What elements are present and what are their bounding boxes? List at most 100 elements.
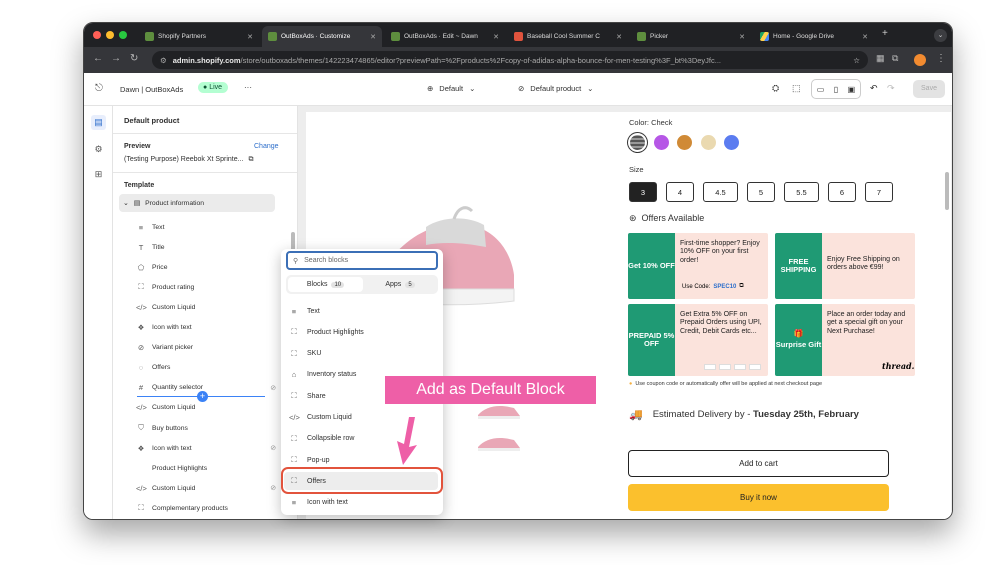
preview-scrollbar[interactable]	[945, 172, 949, 210]
sidebar-block-item[interactable]: ⛶ Product rating	[136, 278, 276, 296]
browser-menu-icon[interactable]: ⋮	[936, 53, 946, 64]
save-button[interactable]: Save	[913, 80, 945, 98]
block-option[interactable]: ⛶ SKU	[289, 345, 435, 363]
site-info-icon[interactable]: ⚙	[160, 56, 167, 65]
close-window-button[interactable]	[93, 31, 101, 39]
sidebar-block-item[interactable]: </> Custom Liquid	[136, 298, 276, 316]
size-option[interactable]: 6	[828, 182, 856, 202]
redo-icon[interactable]: ↷	[887, 83, 895, 94]
maximize-window-button[interactable]	[119, 31, 127, 39]
mobile-icon[interactable]: ▯	[834, 85, 838, 94]
tab-shopify-partners[interactable]: Shopify Partners ✕	[139, 26, 259, 47]
inspector-icon[interactable]: ⬚	[792, 83, 801, 94]
size-option[interactable]: 5	[747, 182, 775, 202]
hidden-eye-icon[interactable]: ⊘	[270, 384, 276, 392]
forward-icon[interactable]: →	[111, 53, 121, 64]
paytm-icon	[749, 364, 761, 370]
device-toggle[interactable]: ▭ ▯ ▣	[811, 79, 861, 99]
sidebar-block-item[interactable]: Product Highlights	[136, 459, 276, 477]
hidden-eye-icon[interactable]: ⊘	[270, 484, 276, 492]
sections-icon[interactable]: ▤	[91, 115, 106, 130]
sidebar-block-item[interactable]: T Title	[136, 238, 276, 256]
undo-icon[interactable]: ↶	[870, 83, 878, 94]
new-tab-icon[interactable]: +	[882, 28, 888, 39]
size-option[interactable]: 5.5	[784, 182, 819, 202]
theme-settings-icon[interactable]: ⚙	[91, 142, 106, 157]
tag-icon: ⊘	[518, 84, 525, 93]
store-name: Dawn | OutBoxAds	[120, 85, 184, 94]
search-placeholder: Search blocks	[304, 257, 349, 264]
add-block-icon[interactable]: +	[197, 391, 208, 402]
template-label: Template	[124, 182, 155, 189]
color-swatch[interactable]	[724, 135, 739, 150]
sidebar-block-item[interactable]: ⛉ Buy buttons	[136, 419, 276, 437]
change-preview-link[interactable]: Change	[254, 143, 279, 150]
sidebar-block-item[interactable]: ❖ Icon with text ⊘	[136, 439, 276, 457]
buy-now-button[interactable]: Buy it now	[628, 484, 889, 511]
profile-avatar[interactable]	[914, 54, 926, 66]
extensions-puzzle-icon[interactable]: ⧉	[892, 53, 898, 64]
size-option[interactable]: 7	[865, 182, 893, 202]
tab-customize[interactable]: OutBoxAds · Customize ✕	[262, 26, 382, 47]
block-option[interactable]: ⛶ Product Highlights	[289, 323, 435, 341]
block-icon: ⛶	[138, 282, 144, 292]
sidebar-block-item[interactable]: ⊘ Variant picker	[136, 339, 276, 357]
extension-icon[interactable]: ▦	[876, 53, 885, 64]
section-product-information[interactable]: ⌄ ▤ Product information	[119, 194, 275, 212]
back-icon[interactable]: ←	[93, 53, 103, 64]
sidebar-block-item[interactable]: </> Custom Liquid ⊘	[136, 479, 276, 497]
color-swatch[interactable]	[700, 135, 716, 150]
hidden-eye-icon[interactable]: ⊘	[270, 444, 276, 452]
bookmark-star-icon[interactable]: ☆	[853, 56, 860, 65]
thumbnail-image[interactable]	[474, 432, 524, 454]
search-blocks-input[interactable]: ⚲ Search blocks	[286, 251, 438, 270]
copy-icon[interactable]: ⧉	[739, 283, 743, 290]
close-tab-icon[interactable]: ✕	[493, 33, 499, 41]
exit-icon[interactable]: ⎋	[95, 83, 103, 94]
tab-edit[interactable]: OutBoxAds · Edit ~ Dawn ✕	[385, 26, 505, 47]
url-path: /store/outboxads/themes/142223474865/edi…	[240, 55, 722, 65]
block-option[interactable]: ≡ Text	[289, 302, 435, 320]
tab-baseball[interactable]: Baseball Cool Summer C ✕	[508, 26, 628, 47]
theme-select[interactable]: ⊕ Default ⌄	[427, 84, 475, 93]
block-label: Custom Liquid	[152, 404, 196, 412]
close-tab-icon[interactable]: ✕	[862, 33, 868, 41]
block-option-label: Share	[307, 392, 326, 400]
sidebar-block-item[interactable]: ◌ Offers	[136, 359, 276, 377]
block-option-label: Text	[307, 307, 320, 315]
tab-google-drive[interactable]: Home - Google Drive ✕	[754, 26, 874, 47]
size-option[interactable]: 4.5	[703, 182, 738, 202]
color-swatch[interactable]	[677, 135, 692, 150]
add-to-cart-button[interactable]: Add to cart	[628, 450, 889, 477]
color-swatch[interactable]	[653, 135, 669, 150]
theme-settings-icon[interactable]: ⛭	[772, 83, 779, 94]
minimize-window-button[interactable]	[106, 31, 114, 39]
sidebar-block-item[interactable]: </> Custom Liquid	[136, 399, 276, 417]
tab-bar: Shopify Partners ✕ OutBoxAds · Customize…	[84, 23, 952, 47]
close-tab-icon[interactable]: ✕	[739, 33, 745, 41]
sidebar-block-item[interactable]: ❖ Icon with text	[136, 319, 276, 337]
apps-icon[interactable]: ⊞	[91, 167, 106, 182]
sidebar-block-item[interactable]: ⬠ Price	[136, 258, 276, 276]
close-tab-icon[interactable]: ✕	[370, 33, 376, 41]
close-tab-icon[interactable]: ✕	[616, 33, 622, 41]
url-bar[interactable]: ⚙ admin.shopify.com/store/outboxads/them…	[152, 51, 868, 69]
desktop-icon[interactable]: ▭	[817, 85, 825, 94]
external-link-icon[interactable]: ⧉	[248, 156, 253, 164]
sidebar-block-item[interactable]: ≡ Text	[136, 218, 276, 236]
tab-search-icon[interactable]: ⌄	[934, 29, 947, 42]
fullscreen-icon[interactable]: ▣	[848, 85, 856, 94]
sidebar-block-item[interactable]: ⛶ Complementary products	[136, 499, 276, 517]
template-select[interactable]: ⊘ Default product ⌄	[518, 84, 593, 93]
block-label: Product rating	[152, 283, 195, 291]
reload-icon[interactable]: ↻	[130, 53, 138, 64]
tab-picker[interactable]: Picker ✕	[631, 26, 751, 47]
tab-blocks[interactable]: Blocks 10	[288, 277, 363, 292]
more-actions-button[interactable]: ···	[244, 83, 252, 92]
block-option[interactable]: ≡ Icon with text	[289, 494, 435, 512]
size-option[interactable]: 4	[666, 182, 694, 202]
close-tab-icon[interactable]: ✕	[247, 33, 253, 41]
tab-apps[interactable]: Apps 5	[364, 277, 436, 292]
size-option[interactable]: 3	[629, 182, 657, 202]
color-swatch[interactable]	[630, 135, 645, 150]
